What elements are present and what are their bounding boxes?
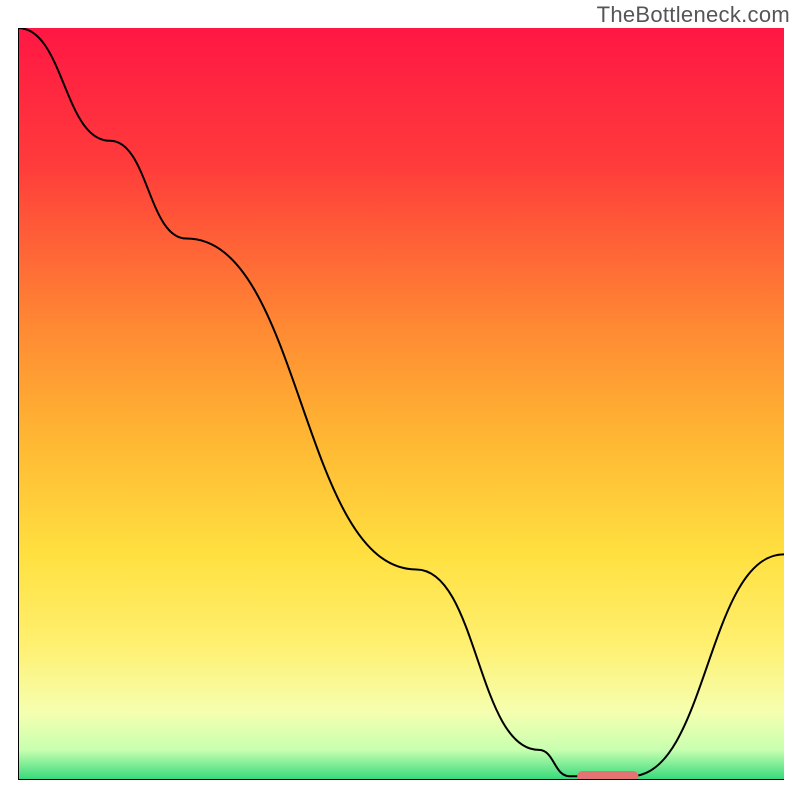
plot-area	[18, 28, 784, 780]
watermark-text: TheBottleneck.com	[597, 2, 790, 28]
chart-svg	[18, 28, 784, 780]
target-marker	[577, 771, 638, 780]
chart-container: TheBottleneck.com	[0, 0, 800, 800]
gradient-background	[18, 28, 784, 780]
